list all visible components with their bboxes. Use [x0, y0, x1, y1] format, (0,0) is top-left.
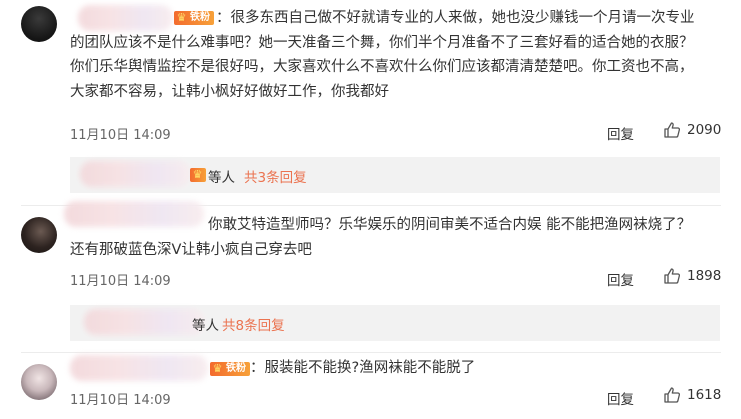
comment-text-line: ：服装能不能换?渔网袜能不能脱了: [250, 360, 476, 376]
crown-icon: ♛: [192, 168, 203, 181]
like-count: 1618: [687, 387, 722, 403]
comment-text-line: ：很多东西自己做不好就请专业的人来做，她也没少赚钱一个月请一次专业: [216, 10, 695, 26]
comment-text-line: 还有那破蓝色深V让韩小疯自己穿去吧: [70, 241, 312, 258]
comment-timestamp: 11月10日 14:09: [70, 128, 171, 143]
view-more-replies-link[interactable]: 共3条回复: [244, 166, 307, 186]
comment-text-line: 你们乐华舆情监控不是很好吗，大家喜欢什么不喜欢什么你们应该都清清楚楚吧。你工资也…: [70, 59, 694, 75]
comment-text: 你敢艾特造型师吗？乐华娱乐的阴间审美不适合内娱 能不能把渔网袜烧了？ 还有那破蓝…: [70, 213, 730, 262]
avatar[interactable]: [21, 6, 57, 42]
sub-replies-bar[interactable]: 等人 共8条回复: [70, 305, 720, 341]
view-more-replies-link[interactable]: 共8条回复: [222, 314, 285, 334]
comment-text-line: 的团队应该不是什么难事吧？她一天准备三个舞，你们半个月准备不了三套好看的适合她的…: [70, 34, 694, 51]
reply-button[interactable]: 回复: [607, 388, 634, 408]
divider: [21, 352, 721, 353]
like-button[interactable]: 2090: [663, 121, 721, 139]
comment-text: ：服装能不能换?渔网袜能不能脱了: [70, 356, 730, 381]
sub-replies-bar[interactable]: ♛ 等人 共3条回复: [70, 157, 720, 193]
like-count: 1898: [687, 268, 722, 284]
avatar[interactable]: [21, 364, 57, 400]
comment-text-line: 大家都不容易，让韩小枫好好做好工作，你我都好: [70, 83, 389, 100]
blurred-replier-name: [84, 309, 204, 335]
sub-replies-users: 等人: [208, 170, 235, 186]
blurred-replier-name: [80, 161, 190, 187]
like-count: 2090: [687, 122, 722, 138]
avatar[interactable]: [21, 217, 57, 253]
thumbs-up-icon: [664, 268, 681, 284]
like-button[interactable]: 1618: [663, 386, 721, 404]
comment-timestamp: 11月10日 14:09: [70, 393, 171, 408]
sub-replies-users: 等人: [192, 318, 219, 334]
comment-text-line: 你敢艾特造型师吗？乐华娱乐的阴间审美不适合内娱 能不能把渔网袜烧了？: [208, 217, 692, 233]
reply-button[interactable]: 回复: [607, 123, 634, 143]
like-button[interactable]: 1898: [663, 267, 721, 285]
reply-button[interactable]: 回复: [607, 269, 634, 289]
thumbs-up-icon: [664, 387, 681, 403]
comment-timestamp: 11月10日 14:09: [70, 274, 171, 289]
fan-badge: ♛: [190, 168, 206, 182]
thumbs-up-icon: [664, 122, 681, 138]
comment-text: ：很多东西自己做不好就请专业的人来做，她也没少赚钱一个月请一次专业 的团队应该不…: [70, 6, 730, 104]
